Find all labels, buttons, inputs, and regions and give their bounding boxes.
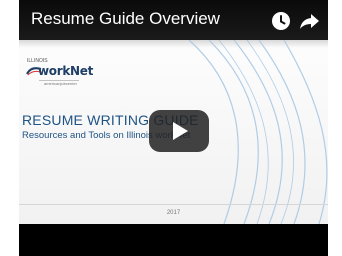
logo-bottom-text: americanjobcenter <box>44 81 77 86</box>
clock-icon[interactable] <box>270 10 292 32</box>
share-arrow-icon[interactable] <box>298 10 320 32</box>
play-button[interactable] <box>149 110 209 152</box>
slide-footer-divider <box>19 204 328 205</box>
video-bottom-bar <box>19 224 328 256</box>
video-title[interactable]: Resume Guide Overview <box>31 9 220 29</box>
video-title-bar: Resume Guide Overview <box>19 0 328 40</box>
video-player[interactable]: Resume Guide Overview ILLINOIS workNet a… <box>19 0 328 256</box>
slide-year: 2017 <box>166 210 181 216</box>
play-icon <box>173 122 188 140</box>
video-thumbnail-slide: ILLINOIS workNet americanjobcenter RESUM… <box>19 40 328 224</box>
logo-main-text: workNet <box>38 64 94 78</box>
logo-divider <box>39 80 79 81</box>
